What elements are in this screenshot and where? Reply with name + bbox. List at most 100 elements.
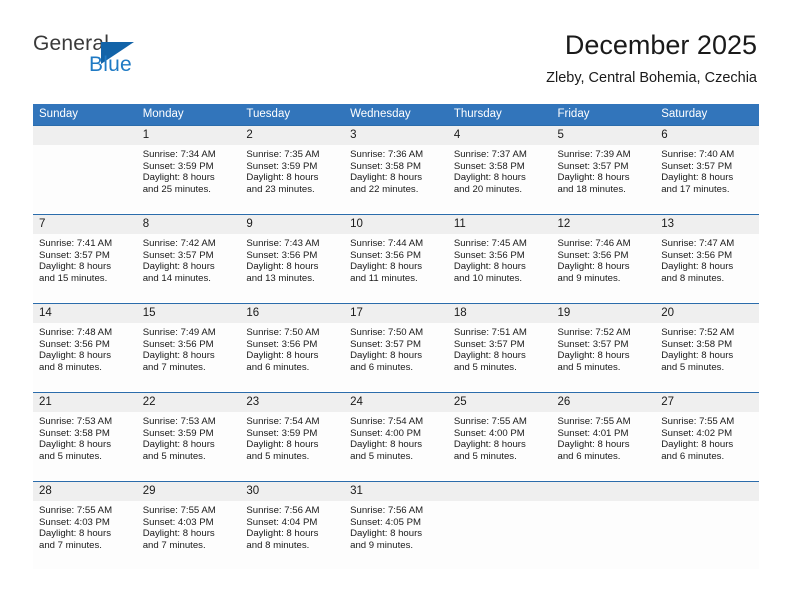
daylight-text-line2: and 10 minutes. xyxy=(453,273,523,285)
day-number[interactable]: 31 xyxy=(344,482,448,501)
sunset-text: Sunset: 3:57 PM xyxy=(661,160,733,172)
sunset-text: Sunset: 4:03 PM xyxy=(39,516,110,528)
day-number[interactable]: 12 xyxy=(552,215,656,234)
sunset-text: Sunset: 3:59 PM xyxy=(142,427,214,439)
day-cell[interactable]: Sunrise: 7:35 AM Sunset: 3:59 PM Dayligh… xyxy=(240,145,344,213)
day-number[interactable]: 2 xyxy=(240,126,344,145)
day-number[interactable]: 6 xyxy=(655,126,759,145)
daylight-text-line2: and 20 minutes. xyxy=(453,184,523,196)
day-cell[interactable]: Sunrise: 7:56 AM Sunset: 4:05 PM Dayligh… xyxy=(344,501,448,569)
day-cell[interactable]: Sunrise: 7:52 AM Sunset: 3:58 PM Dayligh… xyxy=(655,323,759,391)
day-number[interactable]: 3 xyxy=(344,126,448,145)
weekday-header-monday: Monday xyxy=(142,108,184,120)
day-number[interactable]: 5 xyxy=(552,126,656,145)
day-cell[interactable]: Sunrise: 7:42 AM Sunset: 3:57 PM Dayligh… xyxy=(137,234,241,302)
day-cell[interactable]: Sunrise: 7:49 AM Sunset: 3:56 PM Dayligh… xyxy=(137,323,241,391)
day-cell[interactable]: Sunrise: 7:41 AM Sunset: 3:57 PM Dayligh… xyxy=(33,234,137,302)
day-cell[interactable]: Sunrise: 7:54 AM Sunset: 3:59 PM Dayligh… xyxy=(240,412,344,480)
day-number[interactable]: 9 xyxy=(240,215,344,234)
daylight-text-line1: Daylight: 8 hours xyxy=(557,439,630,451)
day-cell[interactable]: Sunrise: 7:47 AM Sunset: 3:56 PM Dayligh… xyxy=(655,234,759,302)
sunrise-text: Sunrise: 7:45 AM xyxy=(453,238,527,249)
day-number[interactable]: 26 xyxy=(552,393,656,412)
sunrise-text: Sunrise: 7:34 AM xyxy=(142,149,216,160)
day-number[interactable]: 28 xyxy=(33,482,137,501)
week-daynumber-band: 28 29 30 31 xyxy=(33,482,759,501)
day-number[interactable]: 17 xyxy=(344,304,448,323)
day-cell[interactable]: Sunrise: 7:55 AM Sunset: 4:03 PM Dayligh… xyxy=(137,501,241,569)
day-number[interactable]: 18 xyxy=(448,304,552,323)
sunrise-text: Sunrise: 7:55 AM xyxy=(557,416,631,427)
day-number[interactable]: 30 xyxy=(240,482,344,501)
day-cell[interactable]: Sunrise: 7:50 AM Sunset: 3:57 PM Dayligh… xyxy=(344,323,448,391)
day-number[interactable]: 16 xyxy=(240,304,344,323)
day-number[interactable] xyxy=(552,482,656,501)
sunrise-text: Sunrise: 7:35 AM xyxy=(246,149,320,160)
day-cell[interactable]: Sunrise: 7:51 AM Sunset: 3:57 PM Dayligh… xyxy=(448,323,552,391)
logo-text-blue: Blue xyxy=(89,53,132,76)
day-number[interactable]: 7 xyxy=(33,215,137,234)
day-cell[interactable] xyxy=(552,501,656,569)
day-number[interactable]: 13 xyxy=(655,215,759,234)
day-cell[interactable]: Sunrise: 7:40 AM Sunset: 3:57 PM Dayligh… xyxy=(655,145,759,213)
sunset-text: Sunset: 4:03 PM xyxy=(142,516,214,528)
sunrise-text: Sunrise: 7:36 AM xyxy=(350,149,424,160)
day-cell[interactable]: Sunrise: 7:53 AM Sunset: 3:59 PM Dayligh… xyxy=(137,412,241,480)
day-cell[interactable]: Sunrise: 7:37 AM Sunset: 3:58 PM Dayligh… xyxy=(448,145,552,213)
day-number[interactable]: 14 xyxy=(33,304,137,323)
day-cell[interactable]: Sunrise: 7:39 AM Sunset: 3:57 PM Dayligh… xyxy=(552,145,656,213)
day-number[interactable]: 25 xyxy=(448,393,552,412)
general-blue-logo[interactable]: General Blue xyxy=(33,32,203,80)
day-number[interactable]: 4 xyxy=(448,126,552,145)
day-number[interactable] xyxy=(448,482,552,501)
day-cell[interactable]: Sunrise: 7:55 AM Sunset: 4:00 PM Dayligh… xyxy=(448,412,552,480)
day-number[interactable]: 11 xyxy=(448,215,552,234)
day-cell[interactable]: Sunrise: 7:53 AM Sunset: 3:58 PM Dayligh… xyxy=(33,412,137,480)
day-number[interactable]: 21 xyxy=(33,393,137,412)
day-cell[interactable]: Sunrise: 7:50 AM Sunset: 3:56 PM Dayligh… xyxy=(240,323,344,391)
calendar-week-row: 1 2 3 4 5 6 Sunrise: 7:34 AM Sunset: 3:5… xyxy=(33,125,759,214)
daylight-text-line2: and 15 minutes. xyxy=(39,273,108,285)
day-cell[interactable]: Sunrise: 7:52 AM Sunset: 3:57 PM Dayligh… xyxy=(552,323,656,391)
day-cell[interactable]: Sunrise: 7:54 AM Sunset: 4:00 PM Dayligh… xyxy=(344,412,448,480)
day-number[interactable] xyxy=(655,482,759,501)
daylight-text-line1: Daylight: 8 hours xyxy=(350,439,423,451)
sunset-text: Sunset: 3:58 PM xyxy=(453,160,525,172)
daylight-text-line2: and 11 minutes. xyxy=(350,273,418,285)
day-cell[interactable]: Sunrise: 7:45 AM Sunset: 3:56 PM Dayligh… xyxy=(448,234,552,302)
day-number[interactable]: 29 xyxy=(137,482,241,501)
day-cell[interactable] xyxy=(655,501,759,569)
day-cell[interactable]: Sunrise: 7:55 AM Sunset: 4:02 PM Dayligh… xyxy=(655,412,759,480)
day-number[interactable]: 23 xyxy=(240,393,344,412)
day-cell[interactable]: Sunrise: 7:34 AM Sunset: 3:59 PM Dayligh… xyxy=(137,145,241,213)
day-number[interactable]: 1 xyxy=(137,126,241,145)
week-detail-band: Sunrise: 7:53 AM Sunset: 3:58 PM Dayligh… xyxy=(33,412,759,480)
day-cell[interactable]: Sunrise: 7:55 AM Sunset: 4:03 PM Dayligh… xyxy=(33,501,137,569)
sunset-text: Sunset: 4:05 PM xyxy=(350,516,422,528)
day-number[interactable] xyxy=(33,126,137,145)
daylight-text-line2: and 9 minutes. xyxy=(350,540,414,552)
day-cell[interactable]: Sunrise: 7:43 AM Sunset: 3:56 PM Dayligh… xyxy=(240,234,344,302)
daylight-text-line2: and 8 minutes. xyxy=(246,540,310,552)
day-number[interactable]: 8 xyxy=(137,215,241,234)
day-cell[interactable]: Sunrise: 7:46 AM Sunset: 3:56 PM Dayligh… xyxy=(552,234,656,302)
calendar-week-row: 21 22 23 24 25 26 27 Sunrise: 7:53 AM Su… xyxy=(33,392,759,481)
day-number[interactable]: 15 xyxy=(137,304,241,323)
day-number[interactable]: 22 xyxy=(137,393,241,412)
day-number[interactable]: 10 xyxy=(344,215,448,234)
day-cell[interactable]: Sunrise: 7:55 AM Sunset: 4:01 PM Dayligh… xyxy=(552,412,656,480)
day-cell[interactable]: Sunrise: 7:36 AM Sunset: 3:58 PM Dayligh… xyxy=(344,145,448,213)
daylight-text-line1: Daylight: 8 hours xyxy=(142,350,215,362)
sunrise-text: Sunrise: 7:50 AM xyxy=(246,327,320,338)
day-number[interactable]: 20 xyxy=(655,304,759,323)
day-cell[interactable] xyxy=(448,501,552,569)
day-number[interactable]: 27 xyxy=(655,393,759,412)
day-number[interactable]: 24 xyxy=(344,393,448,412)
day-cell[interactable]: Sunrise: 7:56 AM Sunset: 4:04 PM Dayligh… xyxy=(240,501,344,569)
sunrise-text: Sunrise: 7:55 AM xyxy=(142,505,216,516)
day-cell[interactable]: Sunrise: 7:48 AM Sunset: 3:56 PM Dayligh… xyxy=(33,323,137,391)
day-cell[interactable] xyxy=(33,145,137,213)
day-cell[interactable]: Sunrise: 7:44 AM Sunset: 3:56 PM Dayligh… xyxy=(344,234,448,302)
daylight-text-line2: and 6 minutes. xyxy=(557,451,621,463)
day-number[interactable]: 19 xyxy=(552,304,656,323)
